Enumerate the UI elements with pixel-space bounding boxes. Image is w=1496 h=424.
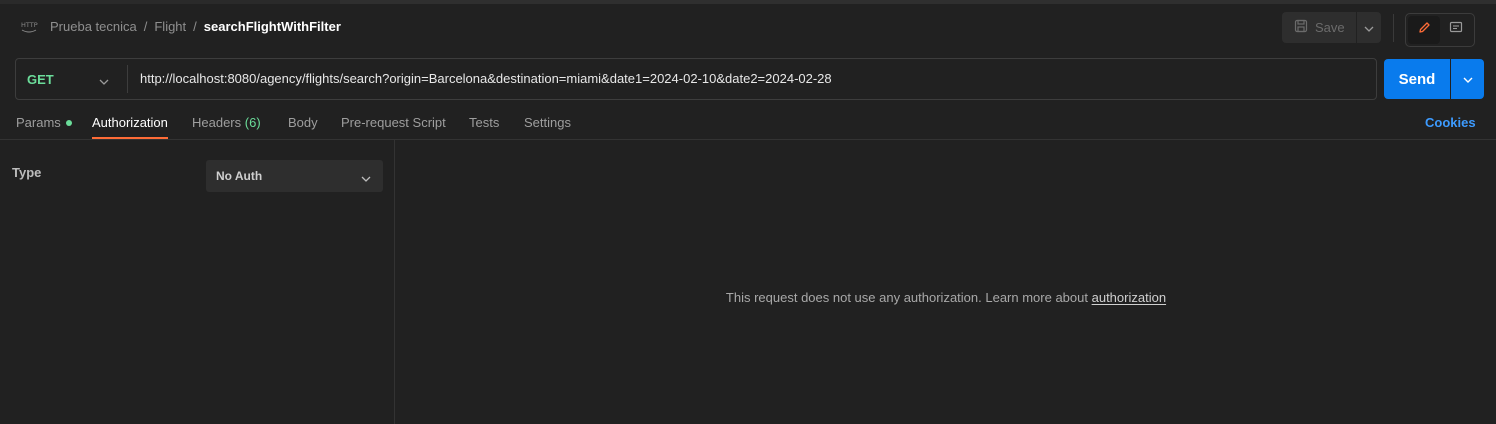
authorization-learn-more-link[interactable]: authorization <box>1092 290 1166 305</box>
chevron-down-icon <box>99 73 109 88</box>
url-divider <box>127 65 128 93</box>
tab-params-label: Params <box>16 115 61 130</box>
header-divider <box>1393 14 1394 42</box>
breadcrumb-separator: / <box>143 19 148 34</box>
tab-body[interactable]: Body <box>288 115 318 130</box>
tab-authorization-label: Authorization <box>92 115 168 130</box>
request-name[interactable]: searchFlightWithFilter <box>204 19 341 34</box>
http-icon: HTTP <box>20 19 38 35</box>
active-tab-indicator <box>92 137 168 139</box>
save-group: Save <box>1282 12 1381 43</box>
view-mode-toggle <box>1405 13 1475 47</box>
request-header: HTTP Prueba tecnica / Flight / searchFli… <box>0 4 1496 52</box>
breadcrumb-folder[interactable]: Flight <box>154 19 186 34</box>
save-options-button[interactable] <box>1357 12 1381 43</box>
cookies-link[interactable]: Cookies <box>1425 115 1476 130</box>
tab-headers[interactable]: Headers (6) <box>192 115 261 130</box>
auth-type-select[interactable]: No Auth <box>206 160 383 192</box>
svg-text:HTTP: HTTP <box>21 21 38 29</box>
chevron-down-icon <box>361 171 371 185</box>
auth-info-message: This request does not use any authorizat… <box>396 290 1496 305</box>
send-group: Send <box>1384 59 1484 99</box>
tab-settings[interactable]: Settings <box>524 115 571 130</box>
breadcrumb-collection[interactable]: Prueba tecnica <box>50 19 137 34</box>
method-select[interactable]: GET <box>16 59 127 99</box>
auth-type-pane: Type No Auth <box>0 140 395 424</box>
tab-pre-request-script[interactable]: Pre-request Script <box>341 115 446 130</box>
breadcrumb: Prueba tecnica / Flight / searchFlightWi… <box>50 19 341 34</box>
auth-type-value: No Auth <box>216 169 263 183</box>
send-options-button[interactable] <box>1451 59 1484 99</box>
params-active-dot <box>65 119 72 126</box>
chevron-down-icon <box>1364 19 1374 37</box>
request-tabs: Params Authorization Headers (6) Body Pr… <box>0 106 1496 140</box>
comments-button[interactable] <box>1440 16 1472 44</box>
pencil-icon <box>1417 21 1431 40</box>
edit-mode-button[interactable] <box>1408 16 1440 44</box>
tab-tests[interactable]: Tests <box>469 115 499 130</box>
request-url-bar: GET http://localhost:8080/agency/flights… <box>15 58 1377 100</box>
floppy-disk-icon <box>1294 19 1315 36</box>
auth-type-label: Type <box>12 165 42 180</box>
save-button[interactable]: Save <box>1282 12 1356 43</box>
breadcrumb-separator: / <box>193 19 197 34</box>
tab-headers-label: Headers <box>192 115 242 130</box>
save-label: Save <box>1315 20 1345 35</box>
send-button[interactable]: Send <box>1384 59 1450 99</box>
method-label: GET <box>27 71 54 87</box>
comment-icon <box>1449 21 1463 40</box>
chevron-down-icon <box>1463 70 1473 88</box>
tab-authorization[interactable]: Authorization <box>92 115 168 139</box>
url-input[interactable]: http://localhost:8080/agency/flights/sea… <box>140 71 832 86</box>
tab-params[interactable]: Params <box>16 115 72 130</box>
headers-count: (6) <box>244 115 261 130</box>
auth-message-text: This request does not use any authorizat… <box>725 290 1088 305</box>
